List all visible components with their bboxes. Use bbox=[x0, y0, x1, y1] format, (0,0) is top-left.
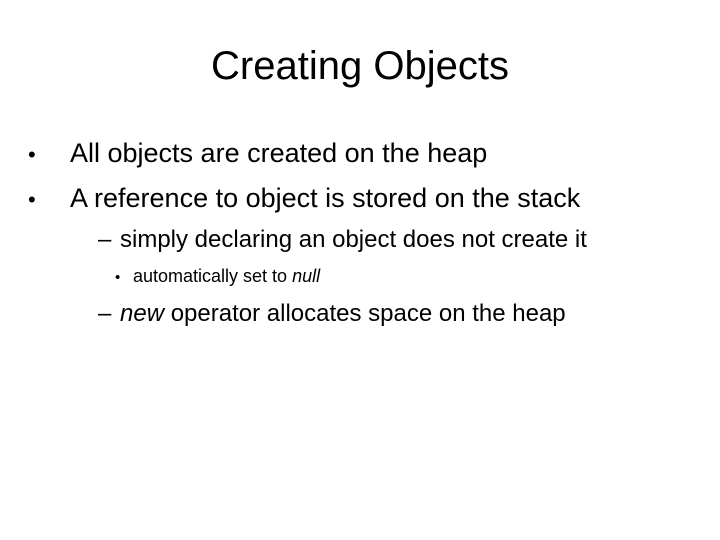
sub-sub-bullet-item: • automatically set to null bbox=[115, 265, 320, 289]
dash-marker: – bbox=[98, 226, 112, 253]
sub-bullet-item: – simply declaring an object does not cre… bbox=[98, 226, 587, 254]
bullet-text: All objects are created on the heap bbox=[70, 138, 488, 168]
sub-bullet-item: – new operator allocates space on the hea… bbox=[98, 300, 566, 328]
bullet-item: • All objects are created on the heap bbox=[28, 137, 487, 171]
bullet-item: • A reference to object is stored on the … bbox=[28, 182, 580, 216]
bullet-marker: • bbox=[28, 142, 36, 167]
sub-bullet-text: operator allocates space on the heap bbox=[164, 300, 566, 327]
null-keyword: null bbox=[292, 266, 321, 286]
bullet-text: A reference to object is stored on the s… bbox=[70, 183, 581, 213]
bullet-marker: • bbox=[28, 187, 36, 212]
sub-bullet-text: simply declaring an object does not crea… bbox=[120, 226, 587, 253]
dash-marker: – bbox=[98, 300, 112, 327]
bullet-marker: • bbox=[115, 269, 121, 286]
slide-title: Creating Objects bbox=[211, 44, 509, 88]
new-keyword: new bbox=[120, 300, 165, 327]
sub-sub-bullet-text: automatically set to bbox=[133, 266, 293, 286]
